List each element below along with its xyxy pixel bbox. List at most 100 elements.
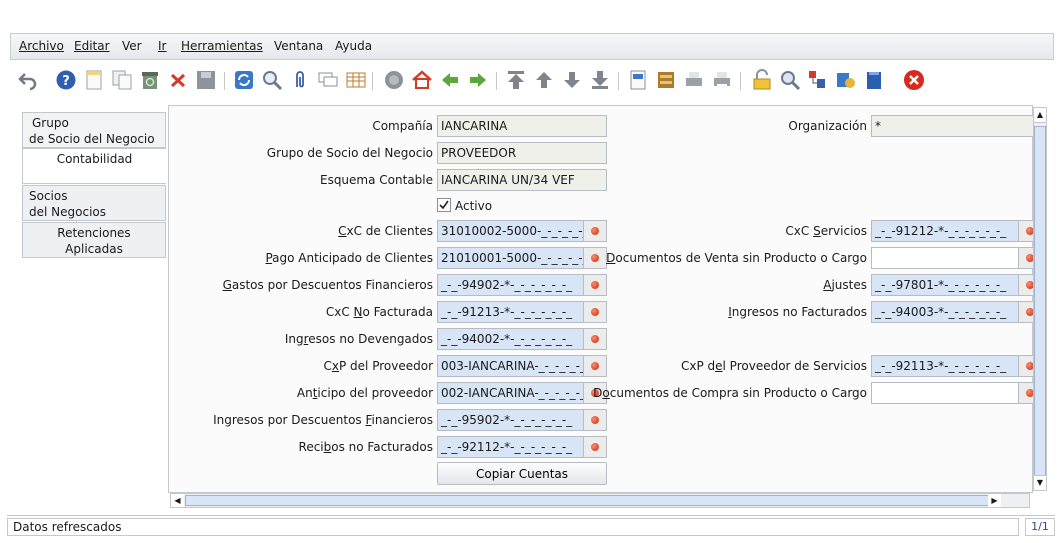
- exit-icon[interactable]: [902, 68, 926, 92]
- forward-icon[interactable]: [466, 68, 490, 92]
- refresh-icon[interactable]: [232, 68, 256, 92]
- anticipo-proveedor-field[interactable]: 002-IANCARINA-_-_-_-_-_-_: [437, 382, 607, 404]
- delete-icon[interactable]: [166, 68, 190, 92]
- gastos-descuentos-field[interactable]: _-_-94902-*-_-_-_-_-_-_: [437, 274, 607, 296]
- menu-editar[interactable]: Editar: [74, 39, 110, 53]
- home-icon[interactable]: [410, 68, 434, 92]
- previous-icon[interactable]: [532, 68, 556, 92]
- anticipo-proveedor-label: Anticipo del proveedor: [296, 386, 433, 400]
- account-lookup-button[interactable]: [583, 302, 606, 322]
- ajustes-label: Ajustes: [823, 278, 867, 292]
- recycle-icon[interactable]: [138, 68, 162, 92]
- account-lookup-button[interactable]: [583, 275, 606, 295]
- ingresos-descuentos-field[interactable]: _-_-95902-*-_-_-_-_-_-_: [437, 409, 607, 431]
- status-bar: Datos refrescados 1/1: [7, 515, 1055, 538]
- zoom-across-icon[interactable]: [778, 68, 802, 92]
- ingresos-no-facturados-field[interactable]: _-_-94003-*-_-_-_-_-_-_: [871, 301, 1033, 323]
- documentos-compra-field[interactable]: [871, 382, 1033, 404]
- compania-field[interactable]: IANCARINA: [437, 115, 607, 137]
- ingresos-no-facturados-label: Ingresos no Facturados: [728, 305, 867, 319]
- status-message: Datos refrescados: [7, 518, 1019, 536]
- documentos-venta-label: Documentos de Venta sin Producto o Cargo: [606, 251, 867, 265]
- pago-anticipado-field[interactable]: 21010001-5000-_-_-_-_-_-_: [437, 247, 607, 269]
- grupo-field[interactable]: PROVEEDOR: [437, 142, 607, 164]
- organizacion-field[interactable]: *: [871, 115, 1033, 137]
- account-lookup-button[interactable]: [583, 437, 606, 457]
- account-lookup-button[interactable]: [583, 410, 606, 430]
- next-icon[interactable]: [560, 68, 584, 92]
- print-icon[interactable]: [710, 68, 734, 92]
- print-preview-icon[interactable]: [682, 68, 706, 92]
- account-lookup-button[interactable]: [583, 248, 606, 268]
- menu-herramientas[interactable]: Herramientas: [181, 39, 263, 53]
- tab-retenciones-aplicadas[interactable]: Retenciones Aplicadas: [22, 222, 166, 258]
- account-lookup-button[interactable]: [1018, 302, 1033, 322]
- account-lookup-button[interactable]: [583, 356, 606, 376]
- tab-socios-asignados[interactable]: Socios del Negocios Asignados: [22, 185, 166, 235]
- activo-checkbox[interactable]: [437, 198, 451, 212]
- account-lookup-button[interactable]: [1018, 383, 1033, 403]
- active-workflows-icon[interactable]: [862, 68, 886, 92]
- account-lookup-button[interactable]: [1018, 248, 1033, 268]
- tab-label: de Socio del Negocio: [29, 132, 155, 146]
- save-icon[interactable]: [194, 68, 218, 92]
- record-counter[interactable]: 1/1: [1025, 518, 1055, 536]
- history-icon[interactable]: [382, 68, 406, 92]
- menu-ventana[interactable]: Ventana: [274, 39, 323, 53]
- menu-ver[interactable]: Ver: [122, 39, 142, 53]
- ingresos-no-devengados-label: Ingresos no Devengados: [284, 332, 433, 346]
- request-icon[interactable]: [806, 68, 830, 92]
- scroll-thumb[interactable]: [1034, 126, 1046, 476]
- copiar-cuentas-button[interactable]: Copiar Cuentas: [437, 462, 607, 485]
- chat-icon[interactable]: [316, 68, 340, 92]
- new-icon[interactable]: [82, 68, 106, 92]
- documentos-venta-field[interactable]: [871, 247, 1033, 269]
- last-icon[interactable]: [588, 68, 612, 92]
- cxc-servicios-field[interactable]: _-_-91212-*-_-_-_-_-_-_: [871, 220, 1033, 242]
- account-lookup-button[interactable]: [1018, 356, 1033, 376]
- copy-icon[interactable]: [110, 68, 134, 92]
- ingresos-no-devengados-field[interactable]: _-_-94002-*-_-_-_-_-_-_: [437, 328, 607, 350]
- cxp-proveedor-label: CxP del Proveedor: [323, 359, 434, 373]
- tab-label: Socios: [29, 189, 68, 203]
- attachment-icon[interactable]: [288, 68, 312, 92]
- scroll-left-icon[interactable]: ◀: [171, 494, 184, 507]
- product-info-icon[interactable]: [834, 68, 858, 92]
- menu-ir[interactable]: Ir: [158, 39, 166, 53]
- scroll-up-icon[interactable]: ▲: [1034, 108, 1046, 123]
- horizontal-scrollbar[interactable]: ◀ ▶: [170, 493, 1030, 508]
- cxp-proveedor-servicios-field[interactable]: _-_-92113-*-_-_-_-_-_-_: [871, 355, 1033, 377]
- menu-archivo[interactable]: Archivo: [19, 39, 64, 53]
- scroll-right-icon[interactable]: ▶: [988, 494, 1001, 507]
- recibos-no-facturados-field[interactable]: _-_-92112-*-_-_-_-_-_-_: [437, 436, 607, 458]
- archive-icon[interactable]: [654, 68, 678, 92]
- tab-contabilidad[interactable]: Contabilidad: [22, 148, 166, 184]
- undo-icon[interactable]: [16, 68, 40, 92]
- scroll-down-icon[interactable]: ▼: [1034, 475, 1046, 490]
- cxp-proveedor-field[interactable]: 003-IANCARINA-_-_-_-_-_-_: [437, 355, 607, 377]
- toolbar: ?: [10, 62, 1054, 100]
- report-icon[interactable]: [626, 68, 650, 92]
- activo-label: Activo: [455, 199, 493, 213]
- cxc-clientes-field[interactable]: 31010002-5000-_-_-_-_-_-_: [437, 220, 607, 242]
- menu-ayuda[interactable]: Ayuda: [335, 39, 372, 53]
- back-icon[interactable]: [438, 68, 462, 92]
- lock-icon[interactable]: [750, 68, 774, 92]
- cxc-no-facturada-field[interactable]: _-_-91213-*-_-_-_-_-_-_: [437, 301, 607, 323]
- account-lookup-button[interactable]: [1018, 221, 1033, 241]
- first-icon[interactable]: [504, 68, 528, 92]
- vertical-scrollbar[interactable]: ▲ ▼: [1033, 107, 1047, 491]
- tab-label: Contabilidad: [56, 152, 133, 166]
- account-lookup-button[interactable]: [583, 329, 606, 349]
- help-icon[interactable]: ?: [54, 68, 78, 92]
- account-lookup-button[interactable]: [1018, 275, 1033, 295]
- cxc-no-facturada-label: CxC No Facturada: [325, 305, 433, 319]
- scroll-thumb[interactable]: [185, 495, 993, 506]
- account-lookup-button[interactable]: [583, 221, 606, 241]
- tab-grupo-socio-negocio[interactable]: Grupo de Socio del Negocio: [22, 112, 166, 148]
- ajustes-field[interactable]: _-_-97801-*-_-_-_-_-_-_: [871, 274, 1033, 296]
- esquema-field[interactable]: IANCARINA UN/34 VEF: [437, 169, 607, 191]
- cxc-servicios-label: CxC Servicios: [785, 224, 867, 238]
- find-icon[interactable]: [260, 68, 284, 92]
- grid-toggle-icon[interactable]: [344, 68, 368, 92]
